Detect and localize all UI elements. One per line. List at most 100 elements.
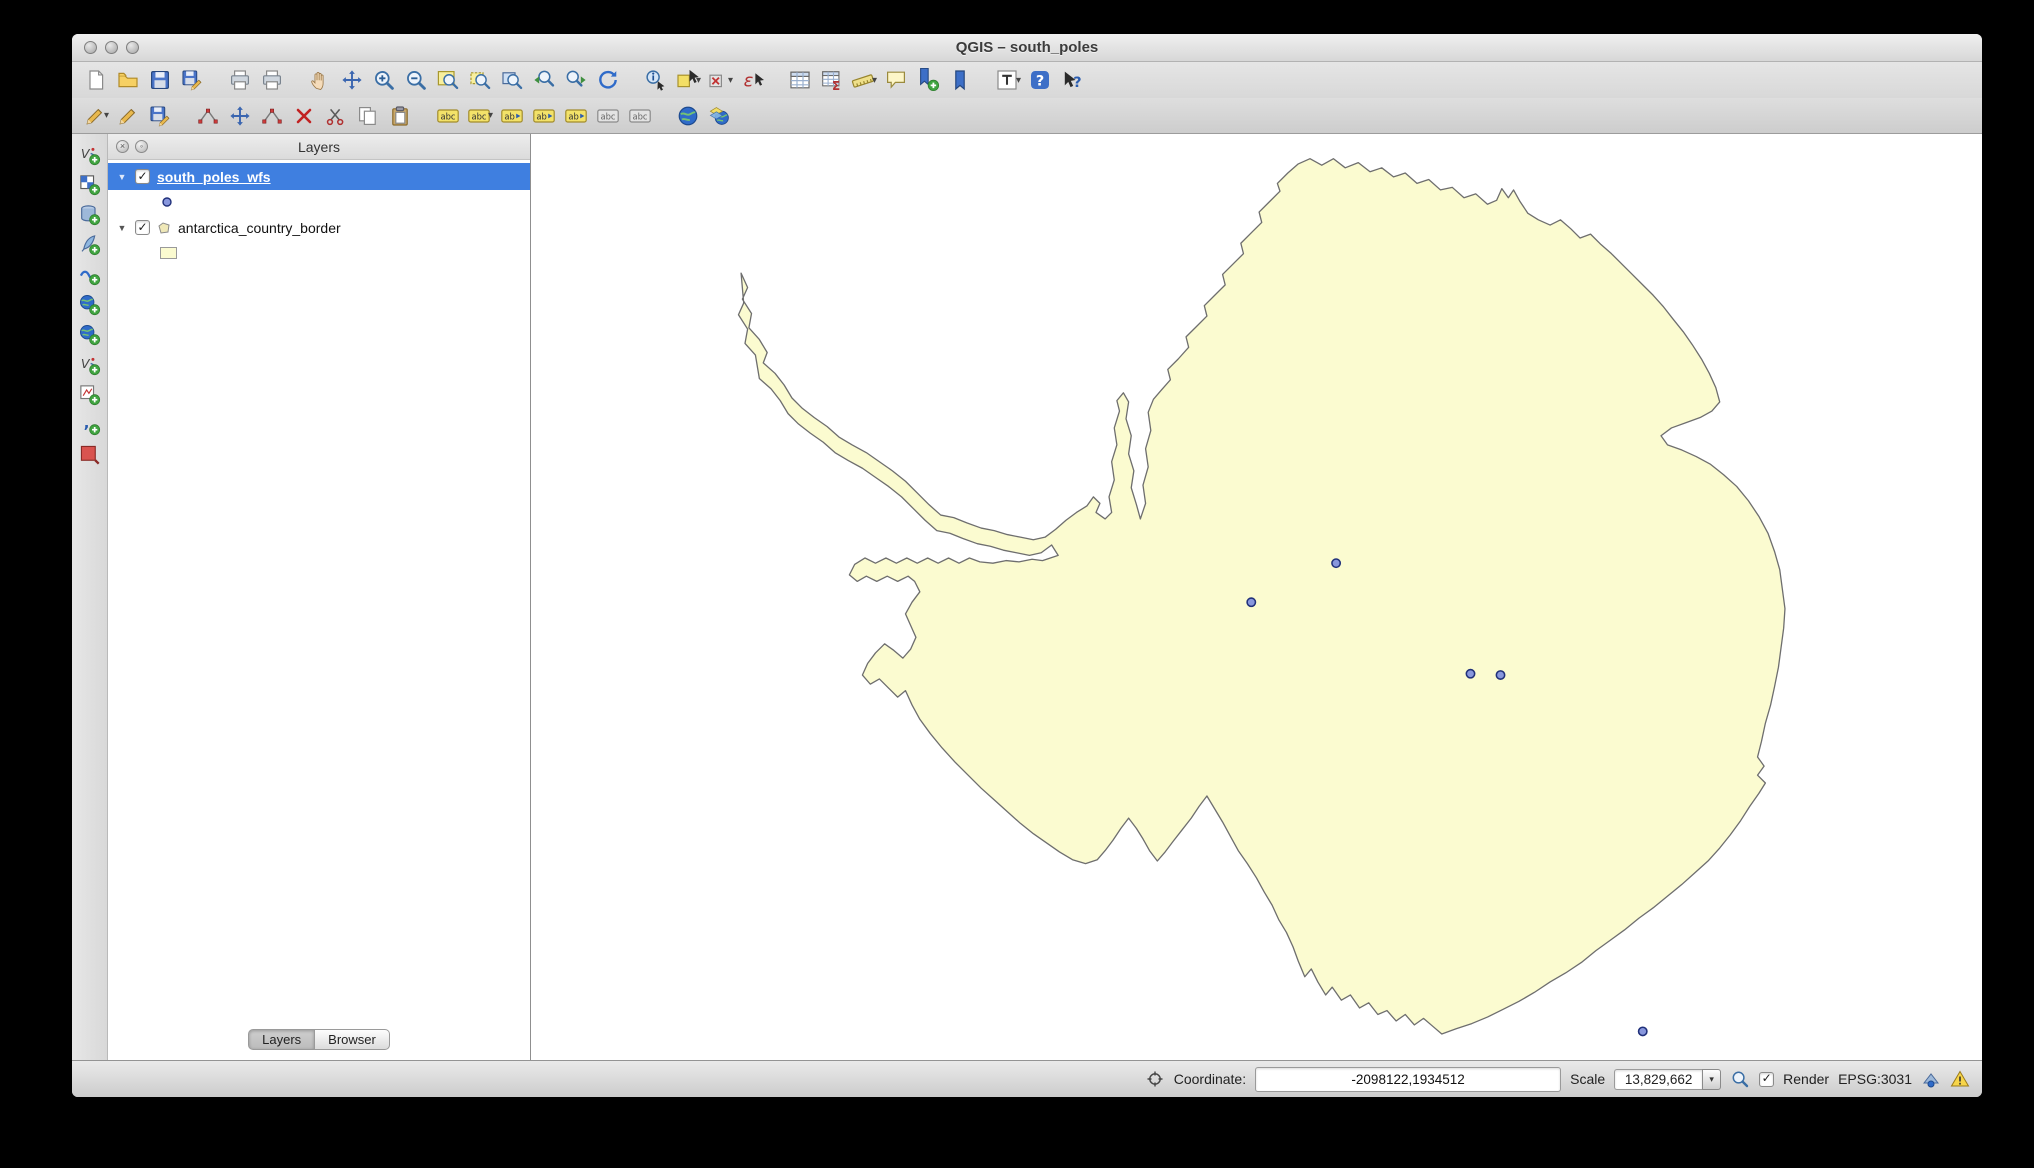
coordinate-capture-icon[interactable] (1145, 1069, 1165, 1089)
map-point (1637, 1026, 1648, 1037)
add-wfs-layer[interactable] (75, 349, 105, 379)
delete-selected[interactable] (288, 101, 320, 131)
minimize-button[interactable] (105, 41, 118, 54)
map-tips[interactable] (880, 65, 912, 95)
select-by-expression[interactable] (736, 65, 768, 95)
expander-icon[interactable]: ▼ (116, 223, 128, 233)
zoom-out[interactable] (400, 65, 432, 95)
current-edits[interactable]: ▾ (80, 101, 112, 131)
save-project[interactable] (144, 65, 176, 95)
deselect-features[interactable]: ▾ (704, 65, 736, 95)
zoom-next-icon (564, 68, 588, 92)
text-annotation-dropdown-arrow[interactable]: ▾ (1016, 75, 1021, 86)
refresh-map-icon (596, 68, 620, 92)
layer-item-south-poles-wfs[interactable]: ▼ south_poles_wfs (108, 163, 530, 190)
zoom-to-selection[interactable] (464, 65, 496, 95)
layer-labeling[interactable] (432, 101, 464, 131)
label-options[interactable]: ▾ (464, 101, 496, 131)
toggle-editing[interactable] (112, 101, 144, 131)
qgis-window: QGIS – south_poles ▾ ▾ ▾ ▾ ▾ ▾ × ◦ Layers ▼ (72, 34, 1982, 1097)
select-features-dropdown-arrow[interactable]: ▾ (696, 75, 701, 86)
zoom-last[interactable] (528, 65, 560, 95)
zoom-in-icon (372, 68, 396, 92)
copy-features[interactable] (352, 101, 384, 131)
new-print-composer[interactable] (224, 65, 256, 95)
coordinate-input[interactable] (1255, 1066, 1562, 1092)
add-wcs-layer[interactable] (75, 319, 105, 349)
add-mssql-layer[interactable] (75, 259, 105, 289)
title-bar[interactable]: QGIS – south_poles (72, 34, 1982, 62)
render-checkbox[interactable] (1759, 1071, 1775, 1087)
field-calculator-icon (820, 68, 844, 92)
new-project[interactable] (80, 65, 112, 95)
add-spatialite-layer[interactable] (75, 229, 105, 259)
zoom-button[interactable] (126, 41, 139, 54)
zoom-full-extent-icon (436, 68, 460, 92)
add-vector-layer[interactable] (75, 139, 105, 169)
add-postgis-layer[interactable] (75, 199, 105, 229)
identify-features[interactable] (640, 65, 672, 95)
pin-label[interactable] (592, 101, 624, 131)
pan-to-selection[interactable] (336, 65, 368, 95)
cut-features[interactable] (320, 101, 352, 131)
layer-visibility-checkbox[interactable] (135, 169, 150, 184)
zoom-to-layer[interactable] (496, 65, 528, 95)
layer-visibility-checkbox[interactable] (135, 220, 150, 235)
move-label[interactable] (528, 101, 560, 131)
select-features[interactable]: ▾ (672, 65, 704, 95)
whats-this[interactable] (1056, 65, 1088, 95)
panel-close-button[interactable]: × (116, 140, 129, 153)
open-project[interactable] (112, 65, 144, 95)
add-wms-layer[interactable] (75, 289, 105, 319)
save-layer-edits[interactable] (144, 101, 176, 131)
deselect-features-dropdown-arrow[interactable]: ▾ (728, 75, 733, 86)
expander-icon[interactable]: ▼ (116, 172, 128, 182)
node-tool[interactable] (256, 101, 288, 131)
add-raster-layer[interactable] (75, 169, 105, 199)
label-options-dropdown-arrow[interactable]: ▾ (488, 110, 493, 121)
move-feature[interactable] (224, 101, 256, 131)
save-project-as-icon (180, 68, 204, 92)
add-feature[interactable] (192, 101, 224, 131)
close-button[interactable] (84, 41, 97, 54)
crs-status-icon[interactable] (1921, 1069, 1941, 1089)
show-hide-labels[interactable] (624, 101, 656, 131)
open-attribute-table[interactable] (784, 65, 816, 95)
scale-dropdown-button[interactable]: ▾ (1702, 1068, 1722, 1090)
paste-features[interactable] (384, 101, 416, 131)
save-project-as[interactable] (176, 65, 208, 95)
zoom-out-icon (404, 68, 428, 92)
add-delimited-text-layer[interactable] (75, 409, 105, 439)
measure-line[interactable]: ▾ (848, 65, 880, 95)
zoom-full-extent[interactable] (432, 65, 464, 95)
refresh-map[interactable] (592, 65, 624, 95)
pan-map[interactable] (304, 65, 336, 95)
layer-item-antarctica-country-border[interactable]: ▼ antarctica_country_border (108, 214, 530, 241)
help-contents[interactable] (1024, 65, 1056, 95)
zoom-next[interactable] (560, 65, 592, 95)
text-annotation[interactable]: ▾ (992, 65, 1024, 95)
change-label[interactable] (496, 101, 528, 131)
field-calculator[interactable] (816, 65, 848, 95)
show-bookmarks[interactable] (944, 65, 976, 95)
tab-browser[interactable]: Browser (315, 1028, 390, 1050)
scale-magnifier-icon[interactable] (1730, 1069, 1750, 1089)
whats-this-icon (1060, 68, 1084, 92)
measure-line-dropdown-arrow[interactable]: ▾ (872, 75, 877, 86)
current-edits-dropdown-arrow[interactable]: ▾ (104, 110, 109, 121)
scale-value[interactable]: 13,829,662 (1614, 1068, 1703, 1090)
map-canvas[interactable] (531, 134, 1982, 1060)
panel-float-button[interactable]: ◦ (135, 140, 148, 153)
web-plugin[interactable] (672, 101, 704, 131)
style-manager[interactable] (75, 439, 105, 469)
set-project-crs[interactable] (704, 101, 736, 131)
rotate-label[interactable] (560, 101, 592, 131)
new-shapefile-layer[interactable] (75, 379, 105, 409)
messages-warning-icon[interactable] (1950, 1069, 1970, 1089)
window-controls (84, 34, 139, 61)
zoom-in[interactable] (368, 65, 400, 95)
composer-manager[interactable] (256, 65, 288, 95)
tab-layers[interactable]: Layers (248, 1028, 316, 1050)
new-bookmark[interactable] (912, 65, 944, 95)
scale-combo[interactable]: 13,829,662 ▾ (1614, 1068, 1722, 1090)
